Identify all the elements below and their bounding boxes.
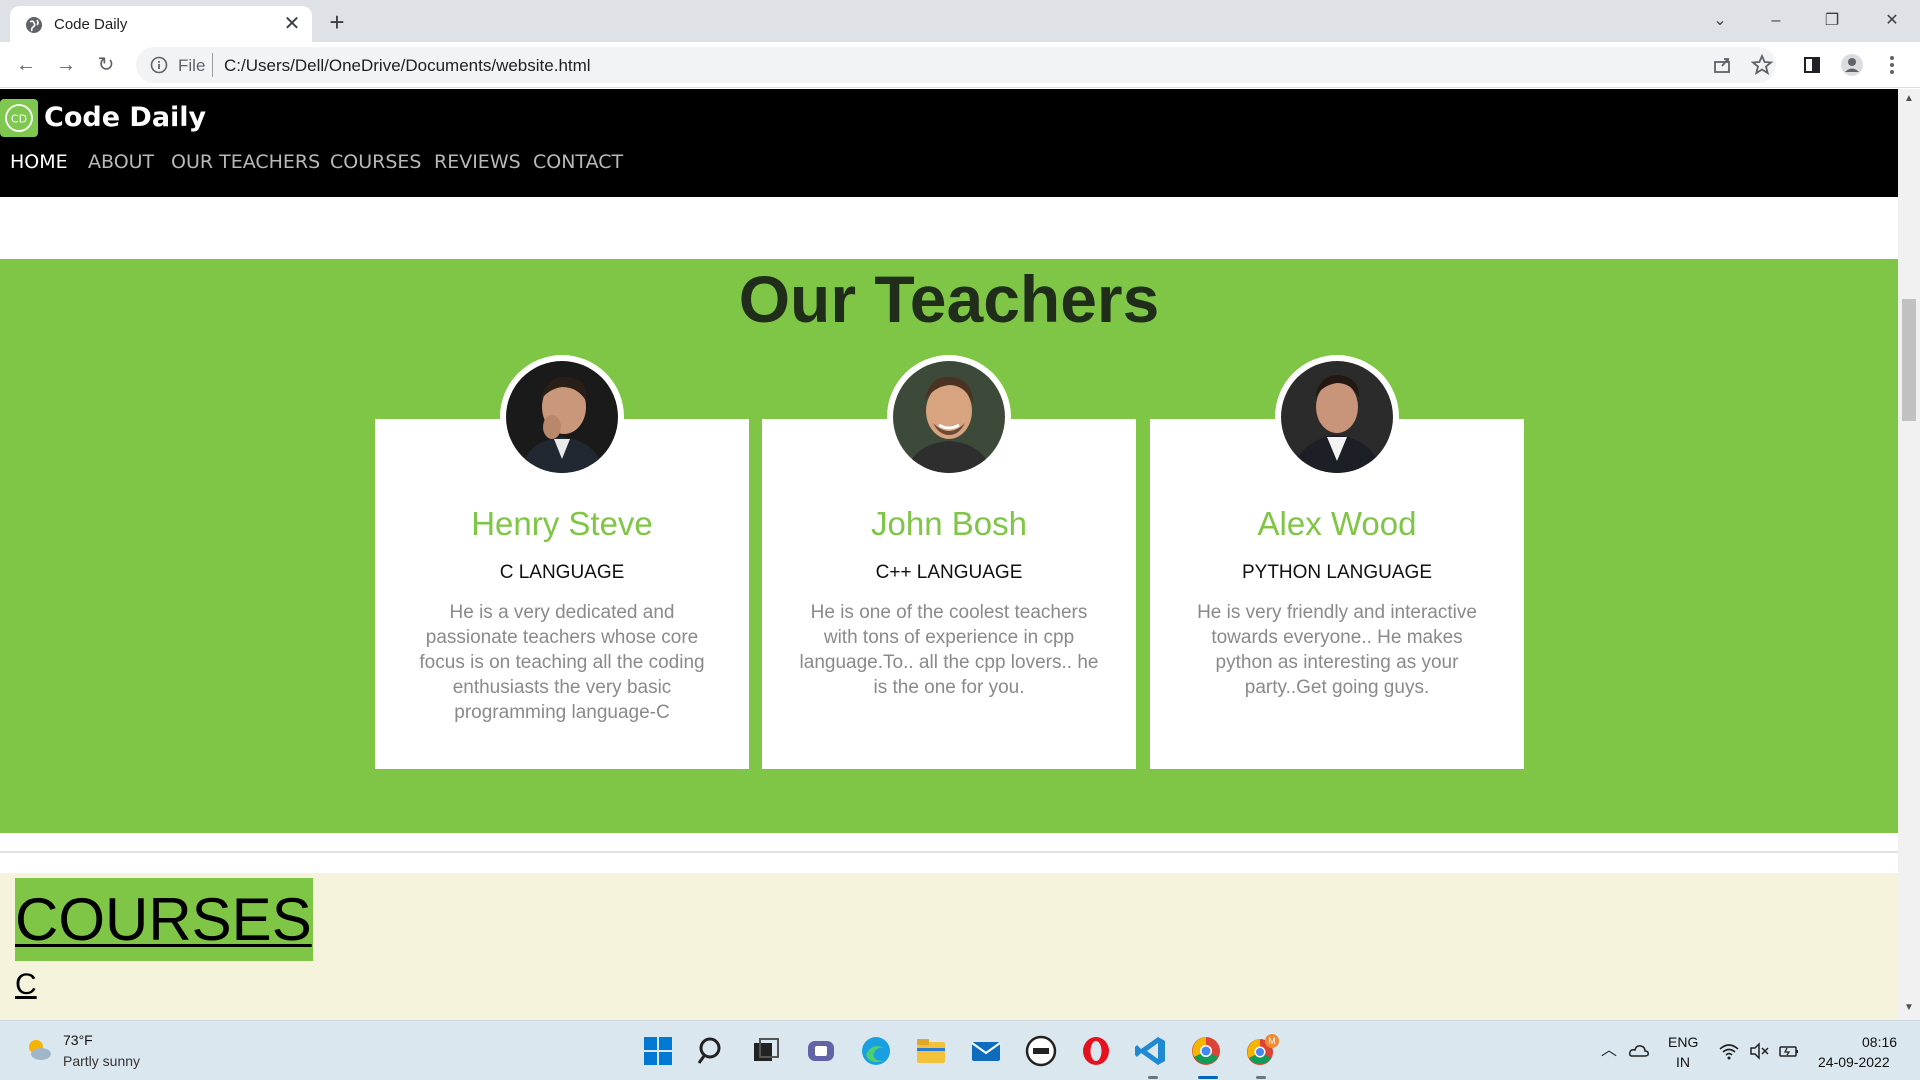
close-tab-icon[interactable]: ✕ [280, 12, 304, 36]
teams-chat-icon[interactable] [803, 1033, 839, 1069]
input-region[interactable]: IN [1676, 1054, 1690, 1070]
input-language[interactable]: ENG [1668, 1034, 1698, 1050]
clock-time[interactable]: 08:16 [1862, 1034, 1897, 1050]
side-panel-icon[interactable] [1796, 49, 1828, 81]
teacher-avatar [887, 355, 1011, 479]
nav-reviews[interactable]: REVIEWS [434, 151, 521, 173]
edge-browser-icon[interactable] [858, 1033, 894, 1069]
close-window-button[interactable]: ✕ [1872, 6, 1912, 36]
section-divider [0, 851, 1898, 853]
address-scheme: File [178, 56, 206, 75]
browser-tab-bar: Code Daily ✕ + ⌄ – ❐ ✕ [0, 0, 1920, 42]
nav-our-teachers[interactable]: OUR TEACHERS [171, 151, 320, 173]
windows-taskbar: 73°F Partly sunny M ︿ ENG IN 08:16 24-09… [0, 1020, 1920, 1080]
teacher-description: He is a very dedicated and passionate te… [419, 602, 705, 723]
vscode-running-indicator [1148, 1076, 1158, 1079]
site-logo[interactable]: CD [0, 99, 38, 137]
scrollbar-thumb[interactable] [1902, 299, 1916, 421]
profile-icon[interactable] [1836, 49, 1868, 81]
chrome-profile-running-indicator [1256, 1076, 1266, 1079]
logo-icon: CD [5, 104, 33, 132]
tab-search-icon[interactable]: ⌄ [1700, 6, 1740, 36]
teacher-subject: PYTHON LANGUAGE [1241, 562, 1433, 583]
wifi-icon[interactable] [1718, 1041, 1740, 1061]
page-scrollbar[interactable]: ▲ ▼ [1898, 89, 1920, 1020]
file-explorer-icon[interactable] [913, 1033, 949, 1069]
scroll-down-icon[interactable]: ▼ [1903, 1002, 1915, 1014]
weather-partly-sunny-icon[interactable] [24, 1035, 54, 1065]
logo-text: CD [11, 113, 27, 126]
restore-button[interactable]: ❐ [1812, 6, 1852, 36]
teacher-name: Alex Wood [1257, 505, 1417, 542]
opera-browser-icon[interactable] [1078, 1033, 1114, 1069]
chrome-browser-icon[interactable] [1188, 1033, 1224, 1069]
scroll-up-icon[interactable]: ▲ [1903, 93, 1915, 105]
teacher-description: He is one of the coolest teachers with t… [799, 602, 1099, 698]
tab-title: Code Daily [54, 16, 128, 33]
weather-description[interactable]: Partly sunny [63, 1053, 140, 1069]
address-bar[interactable]: File C:/Users/Dell/OneDrive/Documents/we… [136, 47, 1776, 83]
course-link-c[interactable]: C [15, 968, 37, 1002]
chrome-badge: M [1268, 1036, 1276, 1046]
clock-date[interactable]: 24-09-2022 [1818, 1054, 1890, 1070]
vscode-icon[interactable] [1133, 1033, 1169, 1069]
teacher-name: Henry Steve [471, 505, 653, 542]
courses-title: COURSES [15, 878, 313, 961]
browser-toolbar: ← → ↻ File C:/Users/Dell/OneDrive/Docume… [0, 42, 1920, 88]
nav-contact[interactable]: CONTACT [533, 151, 623, 173]
teacher-avatar [1275, 355, 1399, 479]
page-viewport: CD Code Daily HOME ABOUT OUR TEACHERS CO… [0, 89, 1898, 1020]
bookmark-star-icon[interactable] [1746, 49, 1778, 81]
teacher-photo [893, 361, 1005, 473]
teacher-photo [506, 361, 618, 473]
site-navbar: CD Code Daily HOME ABOUT OUR TEACHERS CO… [0, 89, 1898, 197]
onedrive-cloud-icon[interactable] [1628, 1041, 1650, 1061]
menu-kebab-icon[interactable] [1876, 49, 1908, 81]
volume-muted-icon[interactable] [1748, 1041, 1770, 1061]
teachers-section: Our Teachers Henry Steve C LANGUAGE He i… [0, 259, 1898, 833]
info-icon[interactable] [150, 56, 168, 74]
globe-icon [26, 17, 42, 33]
search-icon[interactable] [694, 1033, 730, 1069]
dell-app-icon[interactable] [1023, 1033, 1059, 1069]
nav-about[interactable]: ABOUT [88, 151, 154, 173]
section-title: Our Teachers [738, 262, 1160, 336]
teacher-description: He is very friendly and interactive towa… [1197, 602, 1477, 698]
nav-courses[interactable]: COURSES [330, 151, 421, 173]
battery-charging-icon[interactable] [1778, 1041, 1800, 1061]
teacher-subject: C LANGUAGE [499, 562, 625, 583]
teacher-photo [1281, 361, 1393, 473]
mail-icon[interactable] [968, 1033, 1004, 1069]
address-url[interactable]: C:/Users/Dell/OneDrive/Documents/website… [224, 56, 591, 76]
teacher-avatar [500, 355, 624, 479]
new-tab-button[interactable]: + [322, 8, 352, 38]
teacher-name: John Bosh [871, 505, 1027, 542]
show-hidden-icons-chevron-icon[interactable]: ︿ [1598, 1041, 1620, 1061]
chrome-profile-icon[interactable]: M [1243, 1033, 1279, 1069]
back-button[interactable]: ← [10, 49, 42, 81]
windows-start-icon[interactable] [640, 1033, 676, 1069]
share-icon[interactable] [1706, 49, 1738, 81]
teacher-subject: C++ LANGUAGE [875, 562, 1023, 583]
weather-temperature[interactable]: 73°F [63, 1032, 93, 1048]
chrome-active-indicator [1198, 1076, 1218, 1079]
nav-home[interactable]: HOME [10, 151, 68, 173]
site-brand[interactable]: Code Daily [44, 102, 206, 133]
browser-tab[interactable]: Code Daily ✕ [10, 6, 312, 42]
task-view-icon[interactable] [748, 1033, 784, 1069]
reload-button[interactable]: ↻ [90, 49, 122, 81]
address-separator [212, 53, 213, 77]
minimize-button[interactable]: – [1756, 6, 1796, 36]
courses-section: COURSES C [0, 873, 1898, 1020]
forward-button[interactable]: → [50, 49, 82, 81]
